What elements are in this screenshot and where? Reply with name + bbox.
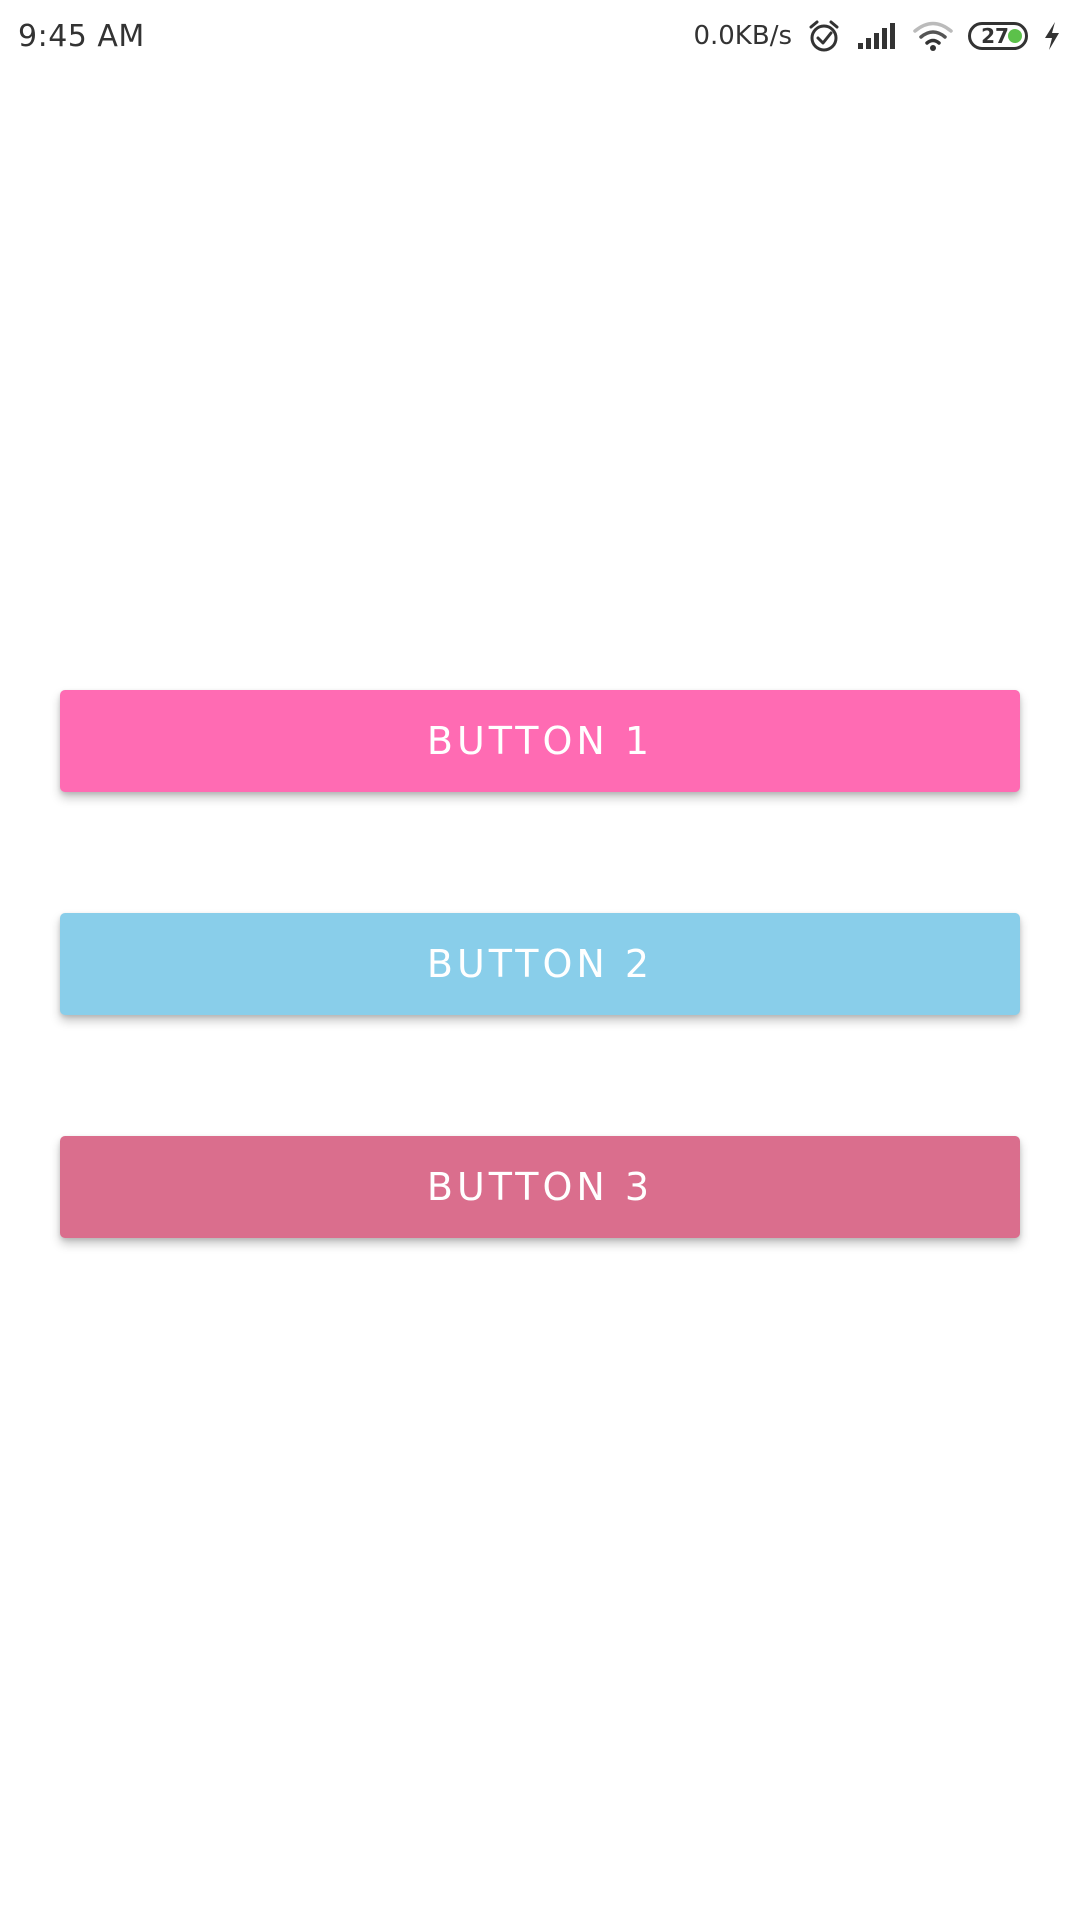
signal-icon [856,21,898,51]
status-time: 9:45 AM [18,18,145,54]
alarm-clock-icon [806,18,842,54]
status-icons: 0.0KB/s 27 [693,18,1062,54]
button-1[interactable]: BUTTON 1 [60,690,1020,792]
button-2[interactable]: BUTTON 2 [60,913,1020,1015]
wifi-icon [912,20,954,52]
button-3[interactable]: BUTTON 3 [60,1136,1020,1238]
charging-icon [1042,20,1062,52]
network-speed: 0.0KB/s [693,21,792,51]
battery-charge-indicator [1008,29,1022,43]
battery-level: 27 [981,24,1009,48]
status-bar: 9:45 AM 0.0KB/s 27 [0,0,1080,72]
battery-icon: 27 [968,22,1028,50]
app-screen: 9:45 AM 0.0KB/s 27 BUTTON 1 BUTTON 2 BUT… [0,0,1080,1920]
